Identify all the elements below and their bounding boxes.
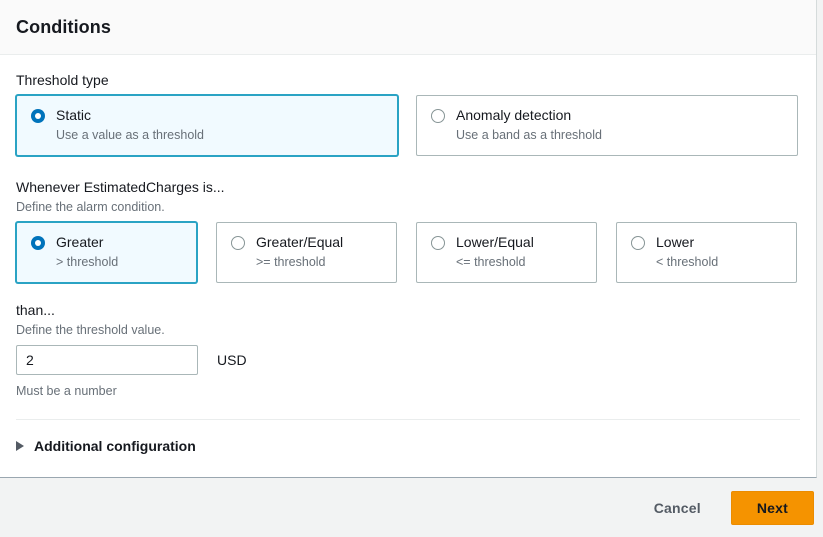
threshold-type-option-anomaly-detection[interactable]: Anomaly detection Use a band as a thresh… xyxy=(416,95,798,156)
threshold-type-label: Threshold type xyxy=(16,71,800,89)
condition-greater-equal-subtitle: >= threshold xyxy=(256,254,343,270)
threshold-value-unit: USD xyxy=(217,352,247,368)
condition-option-lower-equal[interactable]: Lower/Equal <= threshold xyxy=(416,222,597,283)
screen: Conditions Threshold type Static Use a v… xyxy=(0,0,823,537)
threshold-value-hint: Must be a number xyxy=(16,383,800,399)
additional-configuration-toggle[interactable]: Additional configuration xyxy=(0,420,816,472)
condition-lower-equal-subtitle: <= threshold xyxy=(456,254,534,270)
radio-icon-lower[interactable] xyxy=(631,236,645,250)
condition-greater-title: Greater xyxy=(56,234,118,251)
threshold-type-static-subtitle: Use a value as a threshold xyxy=(56,127,204,143)
condition-option-greater[interactable]: Greater > threshold xyxy=(16,222,197,283)
radio-icon-static[interactable] xyxy=(31,109,45,123)
condition-lower-title: Lower xyxy=(656,234,718,251)
cancel-button[interactable]: Cancel xyxy=(638,493,717,523)
additional-configuration-label: Additional configuration xyxy=(34,438,196,454)
chevron-right-icon xyxy=(16,441,24,451)
conditions-panel: Conditions Threshold type Static Use a v… xyxy=(0,0,817,478)
panel-body: Threshold type Static Use a value as a t… xyxy=(0,55,816,420)
threshold-type-anomaly-subtitle: Use a band as a threshold xyxy=(456,127,602,143)
next-button[interactable]: Next xyxy=(731,491,814,525)
threshold-value-input[interactable] xyxy=(16,345,198,375)
threshold-value-row: USD xyxy=(16,345,800,375)
wizard-footer: Cancel Next xyxy=(0,479,823,537)
condition-greater-subtitle: > threshold xyxy=(56,254,118,270)
condition-option-greater-equal[interactable]: Greater/Equal >= threshold xyxy=(216,222,397,283)
radio-icon-greater-equal[interactable] xyxy=(231,236,245,250)
condition-greater-equal-title: Greater/Equal xyxy=(256,234,343,251)
threshold-type-static-title: Static xyxy=(56,107,204,124)
condition-option-lower[interactable]: Lower < threshold xyxy=(616,222,797,283)
condition-lower-equal-title: Lower/Equal xyxy=(456,234,534,251)
threshold-type-options: Static Use a value as a threshold Anomal… xyxy=(16,95,800,156)
radio-icon-greater[interactable] xyxy=(31,236,45,250)
radio-icon-lower-equal[interactable] xyxy=(431,236,445,250)
threshold-type-anomaly-title: Anomaly detection xyxy=(456,107,602,124)
threshold-value-description: Define the threshold value. xyxy=(16,322,800,338)
condition-options: Greater > threshold Greater/Equal >= thr… xyxy=(16,222,800,283)
condition-lower-subtitle: < threshold xyxy=(656,254,718,270)
panel-header: Conditions xyxy=(0,0,816,55)
condition-description: Define the alarm condition. xyxy=(16,199,800,215)
threshold-type-option-static[interactable]: Static Use a value as a threshold xyxy=(16,95,398,156)
threshold-value-label: than... xyxy=(16,301,800,319)
condition-label: Whenever EstimatedCharges is... xyxy=(16,178,800,196)
page-title: Conditions xyxy=(16,17,111,38)
radio-icon-anomaly-detection[interactable] xyxy=(431,109,445,123)
